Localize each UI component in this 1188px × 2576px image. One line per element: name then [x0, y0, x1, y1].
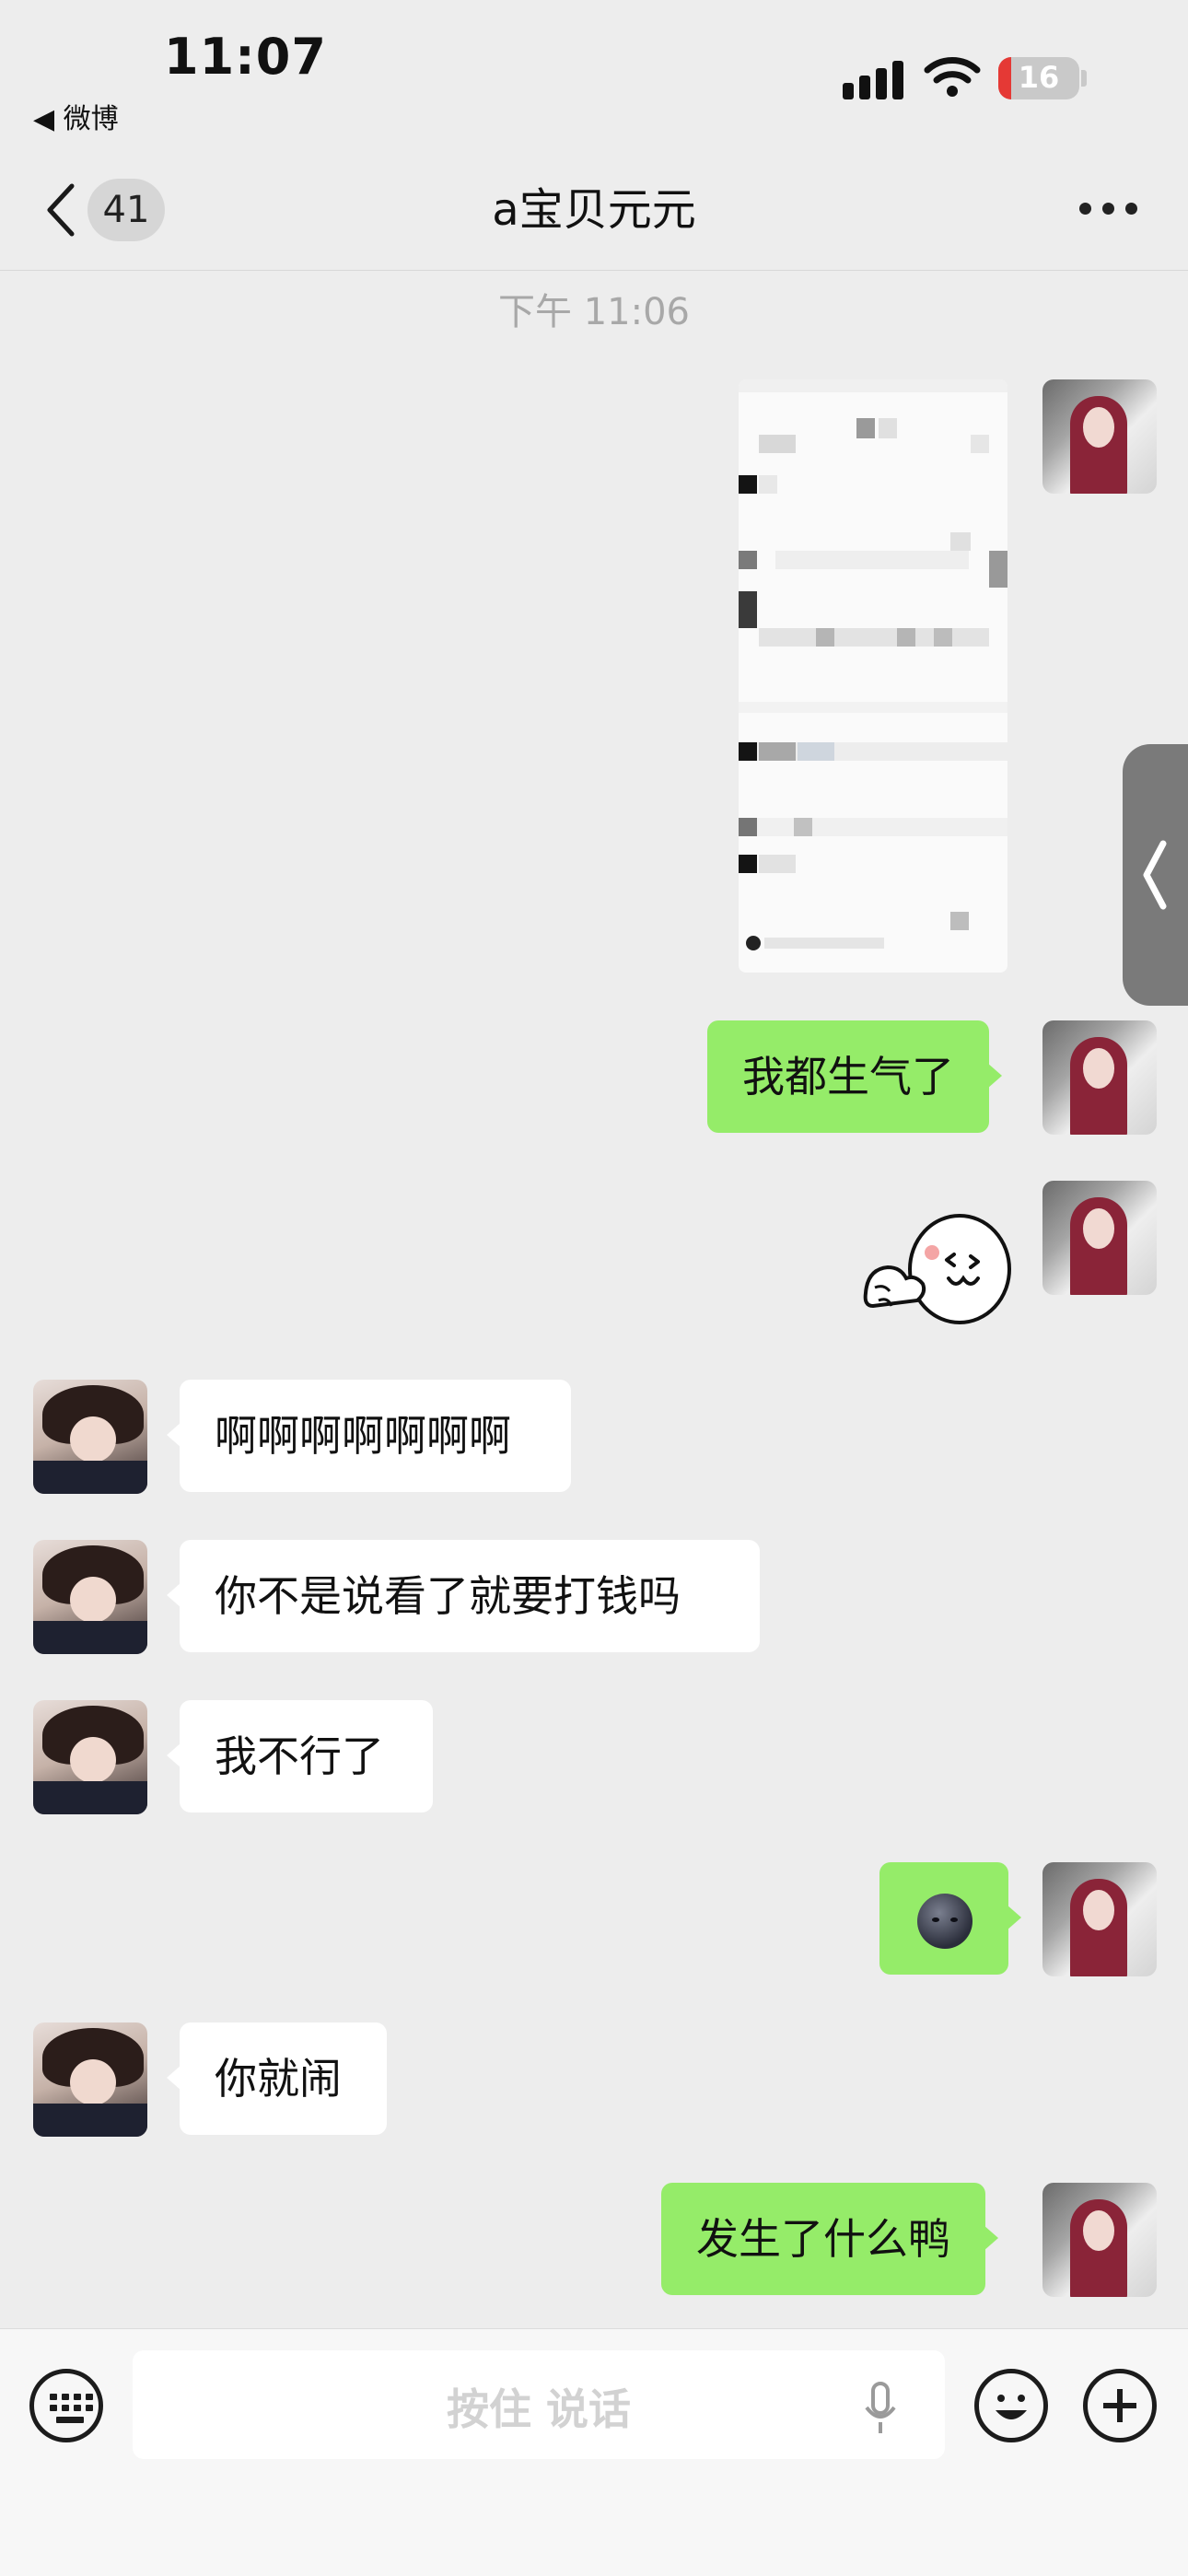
- avatar[interactable]: [33, 1700, 147, 1814]
- chevron-left-icon: [1143, 840, 1167, 910]
- message-timestamp: 下午 11:06: [498, 291, 690, 333]
- new-moon-face-icon: [917, 1894, 973, 1949]
- plus-icon[interactable]: [1083, 2369, 1157, 2442]
- status-time: 11:07: [164, 28, 327, 86]
- incoming-message[interactable]: 啊啊啊啊啊啊啊: [167, 1380, 571, 1492]
- incoming-message[interactable]: 你就闹: [167, 2022, 387, 2135]
- incoming-message[interactable]: 你不是说看了就要打钱吗: [167, 1540, 760, 1652]
- nav-divider: [0, 270, 1188, 271]
- hold-to-talk-label: 按住 说话: [446, 2384, 631, 2434]
- keyboard-icon[interactable]: [29, 2369, 103, 2442]
- cellular-signal-icon: [843, 57, 907, 99]
- avatar[interactable]: [1042, 1181, 1157, 1295]
- avatar[interactable]: [1042, 1862, 1157, 1976]
- avatar[interactable]: [1042, 2183, 1157, 2297]
- avatar[interactable]: [33, 1380, 147, 1494]
- battery-cap: [1081, 70, 1087, 87]
- wifi-icon: [924, 57, 981, 97]
- sticker-message[interactable]: [856, 1208, 1011, 1326]
- back-to-app-link[interactable]: ◀ 微博: [33, 96, 119, 136]
- outgoing-message[interactable]: 发生了什么鸭: [661, 2183, 998, 2295]
- incoming-message[interactable]: 我不行了: [167, 1700, 433, 1813]
- chat-title: a宝贝元元: [492, 184, 696, 236]
- outgoing-message[interactable]: 我都生气了: [707, 1020, 1002, 1133]
- avatar[interactable]: [33, 1540, 147, 1654]
- avatar[interactable]: [1042, 1020, 1157, 1135]
- microphone-icon: [865, 2382, 896, 2433]
- battery-level: 16: [1018, 60, 1060, 95]
- side-panel-handle[interactable]: [1123, 744, 1188, 1006]
- avatar[interactable]: [33, 2022, 147, 2137]
- emoji-icon[interactable]: [974, 2369, 1048, 2442]
- more-icon[interactable]: [1079, 203, 1138, 217]
- avatar[interactable]: [1042, 379, 1157, 494]
- battery-icon: 16: [998, 57, 1079, 99]
- image-message[interactable]: [739, 379, 1007, 973]
